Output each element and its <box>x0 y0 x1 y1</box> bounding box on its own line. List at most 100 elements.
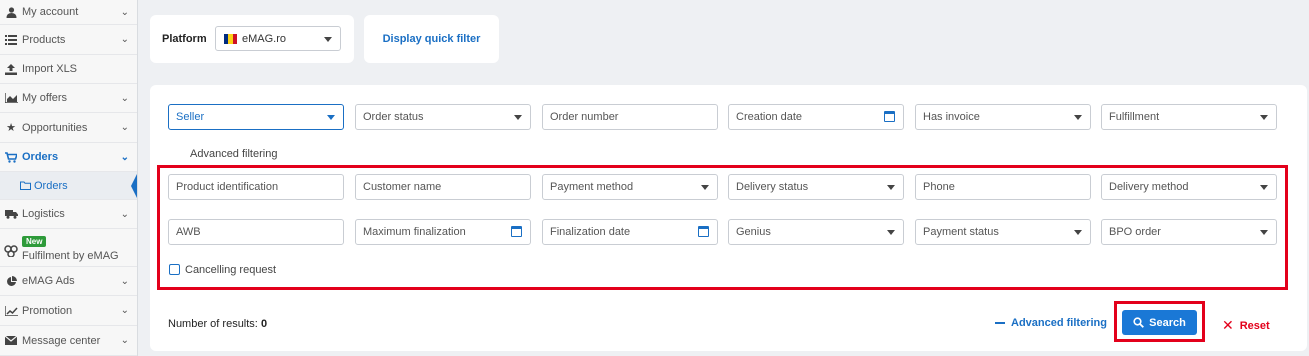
chevron-down-icon: ⌄ <box>120 305 129 316</box>
caret-down-icon <box>1260 185 1268 190</box>
chevron-down-icon: ⌄ <box>120 275 129 287</box>
seller-select[interactable]: Seller <box>168 104 344 130</box>
sidebar-item-label: Orders <box>22 151 59 163</box>
sidebar-item-label: Opportunities <box>22 121 88 134</box>
bpo-order-select[interactable]: BPO order <box>1101 219 1277 245</box>
field-label: Payment method <box>550 181 634 193</box>
sidebar-item-my-offers[interactable]: My offers ⌄ <box>0 84 137 113</box>
calendar-icon[interactable] <box>698 226 709 237</box>
sidebar-item-products[interactable]: Products ⌄ <box>0 25 137 55</box>
sidebar-item-promotion[interactable]: Promotion ⌄ <box>0 296 137 326</box>
caret-down-icon <box>1074 115 1082 120</box>
minus-icon <box>995 322 1005 324</box>
boxes-icon <box>4 245 18 257</box>
cart-icon <box>4 151 18 163</box>
maximum-finalization-input[interactable]: Maximum finalization <box>355 219 531 245</box>
finalization-date-input[interactable]: Finalization date <box>542 219 718 245</box>
truck-icon <box>4 208 18 220</box>
sidebar-item-label: Orders <box>34 179 68 192</box>
customer-name-input[interactable]: Customer name <box>355 174 531 200</box>
sidebar-item-opportunities[interactable]: ★ Opportunities ⌄ <box>0 113 137 143</box>
calendar-icon[interactable] <box>884 111 895 122</box>
folder-icon <box>18 180 32 192</box>
advanced-link-label: Advanced filtering <box>1011 317 1107 329</box>
delivery-status-select[interactable]: Delivery status <box>728 174 904 200</box>
sidebar-item-emag-ads[interactable]: eMAG Ads ⌄ <box>0 267 137 296</box>
quick-filter-label: Display quick filter <box>382 33 481 45</box>
results-value: 0 <box>260 318 268 330</box>
list-icon <box>4 34 18 46</box>
chevron-down-icon: ⌄ <box>120 151 129 163</box>
chevron-down-icon: ⌄ <box>120 122 129 133</box>
search-label: Search <box>1149 316 1186 329</box>
field-label: Delivery status <box>736 181 809 193</box>
order-number-input[interactable]: Order number <box>542 104 718 130</box>
sidebar-item-label: eMAG Ads <box>22 275 75 287</box>
chevron-down-icon: ⌄ <box>120 335 129 346</box>
delivery-method-select[interactable]: Delivery method <box>1101 174 1277 200</box>
field-placeholder: Creation date <box>736 111 803 123</box>
fulfillment-select[interactable]: Fulfillment <box>1101 104 1277 130</box>
product-identification-input[interactable]: Product identification <box>168 174 344 200</box>
caret-down-icon <box>327 115 335 120</box>
phone-input[interactable]: Phone <box>915 174 1091 200</box>
sidebar-item-label: My account <box>22 6 79 18</box>
payment-status-select[interactable]: Payment status <box>915 219 1091 245</box>
order-status-select[interactable]: Order status <box>355 104 531 130</box>
sidebar-item-label: Products <box>22 33 66 46</box>
chevron-down-icon: ⌄ <box>120 6 129 18</box>
chart-area-icon <box>4 92 18 104</box>
sidebar-item-label: My offers <box>22 92 68 104</box>
sidebar-item-label: Import XLS <box>22 63 78 75</box>
star-icon: ★ <box>6 122 16 134</box>
caret-down-icon <box>1260 230 1268 235</box>
field-label: BPO order <box>1109 226 1161 238</box>
caret-down-icon <box>701 185 709 190</box>
new-badge: New <box>22 236 47 247</box>
fulfilment-text: New Fulfilment by eMAG <box>22 236 119 262</box>
caret-down-icon <box>887 230 895 235</box>
reset-label: Reset <box>1239 319 1270 332</box>
field-label: Fulfillment <box>1109 111 1160 123</box>
reset-button[interactable]: ✕ Reset <box>1222 317 1270 334</box>
line-chart-icon <box>4 305 18 317</box>
platform-select[interactable]: eMAG.ro <box>215 26 341 51</box>
user-icon <box>4 6 18 18</box>
sidebar-item-orders[interactable]: Orders ⌄ <box>0 143 137 172</box>
field-placeholder: Finalization date <box>550 226 631 238</box>
cancelling-request-checkbox[interactable] <box>169 264 180 275</box>
payment-method-select[interactable]: Payment method <box>542 174 718 200</box>
field-label: Genius <box>736 226 771 238</box>
caret-down-icon <box>514 115 522 120</box>
active-marker <box>131 174 137 198</box>
sidebar-item-label: Logistics <box>22 208 65 220</box>
creation-date-input[interactable]: Creation date <box>728 104 904 130</box>
results-label: Number of results: <box>168 318 258 330</box>
sidebar-item-logistics[interactable]: Logistics ⌄ <box>0 200 137 229</box>
sidebar-item-my-account[interactable]: My account ⌄ <box>0 0 137 25</box>
pie-chart-icon <box>4 275 18 287</box>
advanced-filtering-toggle[interactable]: Advanced filtering <box>995 317 1107 329</box>
genius-select[interactable]: Genius <box>728 219 904 245</box>
search-button[interactable]: Search <box>1122 310 1197 335</box>
sidebar-item-message-center[interactable]: Message center ⌄ <box>0 326 137 356</box>
caret-down-icon <box>887 185 895 190</box>
calendar-icon[interactable] <box>511 226 522 237</box>
sidebar: My account ⌄ Products ⌄ Import XLS My of… <box>0 0 138 356</box>
sidebar-subitem-orders[interactable]: Orders <box>0 172 137 200</box>
sidebar-item-fulfilment[interactable]: New Fulfilment by eMAG <box>0 229 137 267</box>
awb-input[interactable]: AWB <box>168 219 344 245</box>
caret-down-icon <box>1074 230 1082 235</box>
platform-card: Platform eMAG.ro <box>150 15 354 63</box>
has-invoice-select[interactable]: Has invoice <box>915 104 1091 130</box>
platform-value: eMAG.ro <box>242 32 287 45</box>
sidebar-item-import-xls[interactable]: Import XLS <box>0 55 137 84</box>
cancelling-request-label: Cancelling request <box>185 264 277 276</box>
caret-down-icon <box>324 36 332 42</box>
field-label: Payment status <box>923 226 999 238</box>
field-label: Has invoice <box>923 111 980 123</box>
sidebar-item-label: Fulfilment by eMAG <box>22 250 119 262</box>
chevron-down-icon: ⌄ <box>120 92 129 104</box>
display-quick-filter-button[interactable]: Display quick filter <box>364 15 499 63</box>
caret-down-icon <box>1260 115 1268 120</box>
